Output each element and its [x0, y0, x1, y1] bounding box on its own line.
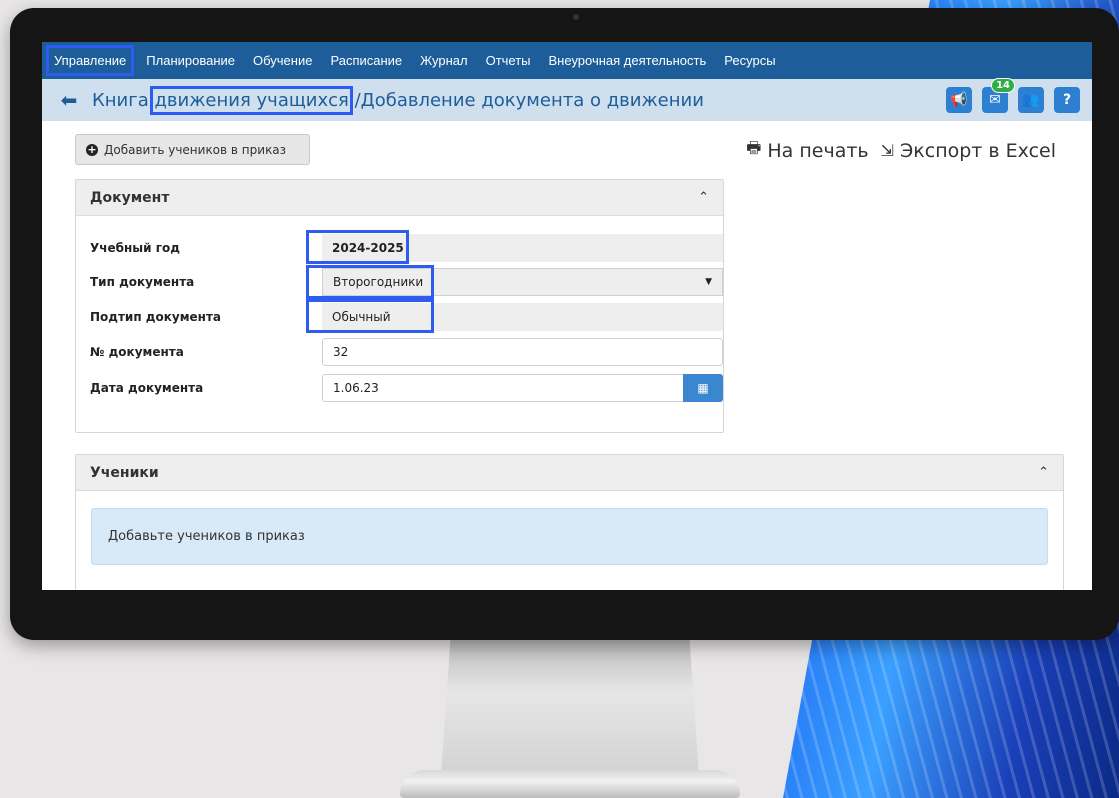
breadcrumb-current: /Добавление документа о движении	[348, 89, 704, 111]
document-date-label: Дата документа	[90, 381, 204, 395]
document-number-label: № документа	[90, 345, 184, 359]
mail-icon[interactable]: ✉ 14	[982, 78, 1015, 113]
document-subtype-label: Подтип документа	[90, 310, 222, 324]
students-panel: Ученики ⌃ Добавьте учеников в приказ	[75, 454, 1064, 590]
document-subtype-value: Обычный	[332, 310, 391, 324]
students-empty-message: Добавьте учеников в приказ	[91, 508, 1048, 565]
document-date-value: 1.06.23	[333, 381, 379, 395]
breadcrumb-student-movement[interactable]: движения учащихся	[150, 85, 353, 115]
export-label: Экспорт в Excel	[900, 139, 1056, 162]
plus-circle-icon: +	[86, 142, 98, 156]
camera-dot	[573, 14, 579, 20]
menu-item-learning[interactable]: Обучение	[251, 49, 314, 72]
add-students-label: Добавить учеников в приказ	[104, 142, 287, 157]
chevron-up-icon[interactable]: ⌃	[1038, 465, 1049, 480]
print-button[interactable]: 🖶 На печать	[746, 137, 868, 164]
back-arrow-icon[interactable]: ⬅	[56, 88, 82, 112]
document-number-value: 32	[333, 345, 349, 359]
monitor-stand	[440, 640, 700, 790]
printer-icon: 🖶	[746, 138, 762, 157]
monitor-stand-base	[400, 770, 740, 798]
page-title-bar: ⬅ Книга движения учащихся /Добавление до…	[42, 78, 1092, 121]
academic-year-field: 2024-2025	[322, 234, 723, 262]
document-number-input[interactable]: 32	[322, 338, 723, 366]
row-document-date: Дата документа 1.06.23 ▦	[90, 374, 723, 402]
calendar-icon[interactable]: ▦	[683, 374, 723, 402]
academic-year-label: Учебный год	[90, 241, 180, 255]
document-panel: Документ ⌃ Учебный год 2024-2025 Тип док…	[75, 179, 724, 433]
header-icons: 📢 ✉ 14 👥 ?	[946, 78, 1080, 113]
menu-item-extracurricular[interactable]: Внеурочная деятельность	[547, 49, 709, 72]
menu-item-reports[interactable]: Отчеты	[484, 49, 533, 72]
menu-item-planning[interactable]: Планирование	[144, 49, 237, 72]
caret-down-icon: ▼	[705, 277, 712, 287]
students-panel-header[interactable]: Ученики ⌃	[76, 455, 1063, 491]
megaphone-icon[interactable]: 📢	[946, 87, 972, 113]
document-subtype-field: Обычный	[322, 303, 723, 331]
users-icon[interactable]: 👥	[1018, 87, 1044, 113]
document-type-label: Тип документа	[90, 275, 195, 289]
students-panel-title: Ученики	[90, 464, 159, 481]
menu-item-schedule[interactable]: Расписание	[328, 49, 404, 72]
print-label: На печать	[767, 139, 869, 162]
export-excel-button[interactable]: ⇲ Экспорт в Excel	[881, 137, 1056, 164]
menu-item-resources[interactable]: Ресурсы	[722, 49, 777, 72]
row-document-type: Тип документа Второгодники ▼	[90, 268, 723, 296]
document-type-value: Второгодники	[333, 275, 424, 289]
document-date-input[interactable]: 1.06.23 ▦	[322, 374, 723, 402]
breadcrumb-book[interactable]: Книга	[92, 90, 154, 111]
page-title: Книга движения учащихся /Добавление доку…	[92, 85, 704, 115]
menu-item-journal[interactable]: Журнал	[418, 49, 469, 72]
app-screen: Управление Планирование Обучение Расписа…	[42, 42, 1092, 590]
top-menu-bar: Управление Планирование Обучение Расписа…	[42, 42, 1092, 79]
row-document-number: № документа 32	[90, 338, 723, 366]
mail-count-badge: 14	[991, 78, 1015, 93]
row-academic-year: Учебный год 2024-2025	[90, 234, 723, 262]
academic-year-value: 2024-2025	[332, 241, 404, 255]
row-document-subtype: Подтип документа Обычный	[90, 303, 723, 331]
help-icon[interactable]: ?	[1054, 87, 1080, 113]
document-panel-title: Документ	[90, 189, 170, 206]
document-type-select[interactable]: Второгодники ▼	[322, 268, 723, 296]
toolbar: + Добавить учеников в приказ 🖶 На печать…	[42, 121, 1092, 173]
toolbar-actions: 🖶 На печать ⇲ Экспорт в Excel	[746, 137, 1056, 164]
add-students-button[interactable]: + Добавить учеников в приказ	[75, 134, 310, 165]
document-panel-header[interactable]: Документ ⌃	[76, 180, 723, 216]
export-icon: ⇲	[880, 141, 895, 160]
chevron-up-icon[interactable]: ⌃	[698, 190, 709, 205]
menu-item-management[interactable]: Управление	[45, 45, 135, 76]
